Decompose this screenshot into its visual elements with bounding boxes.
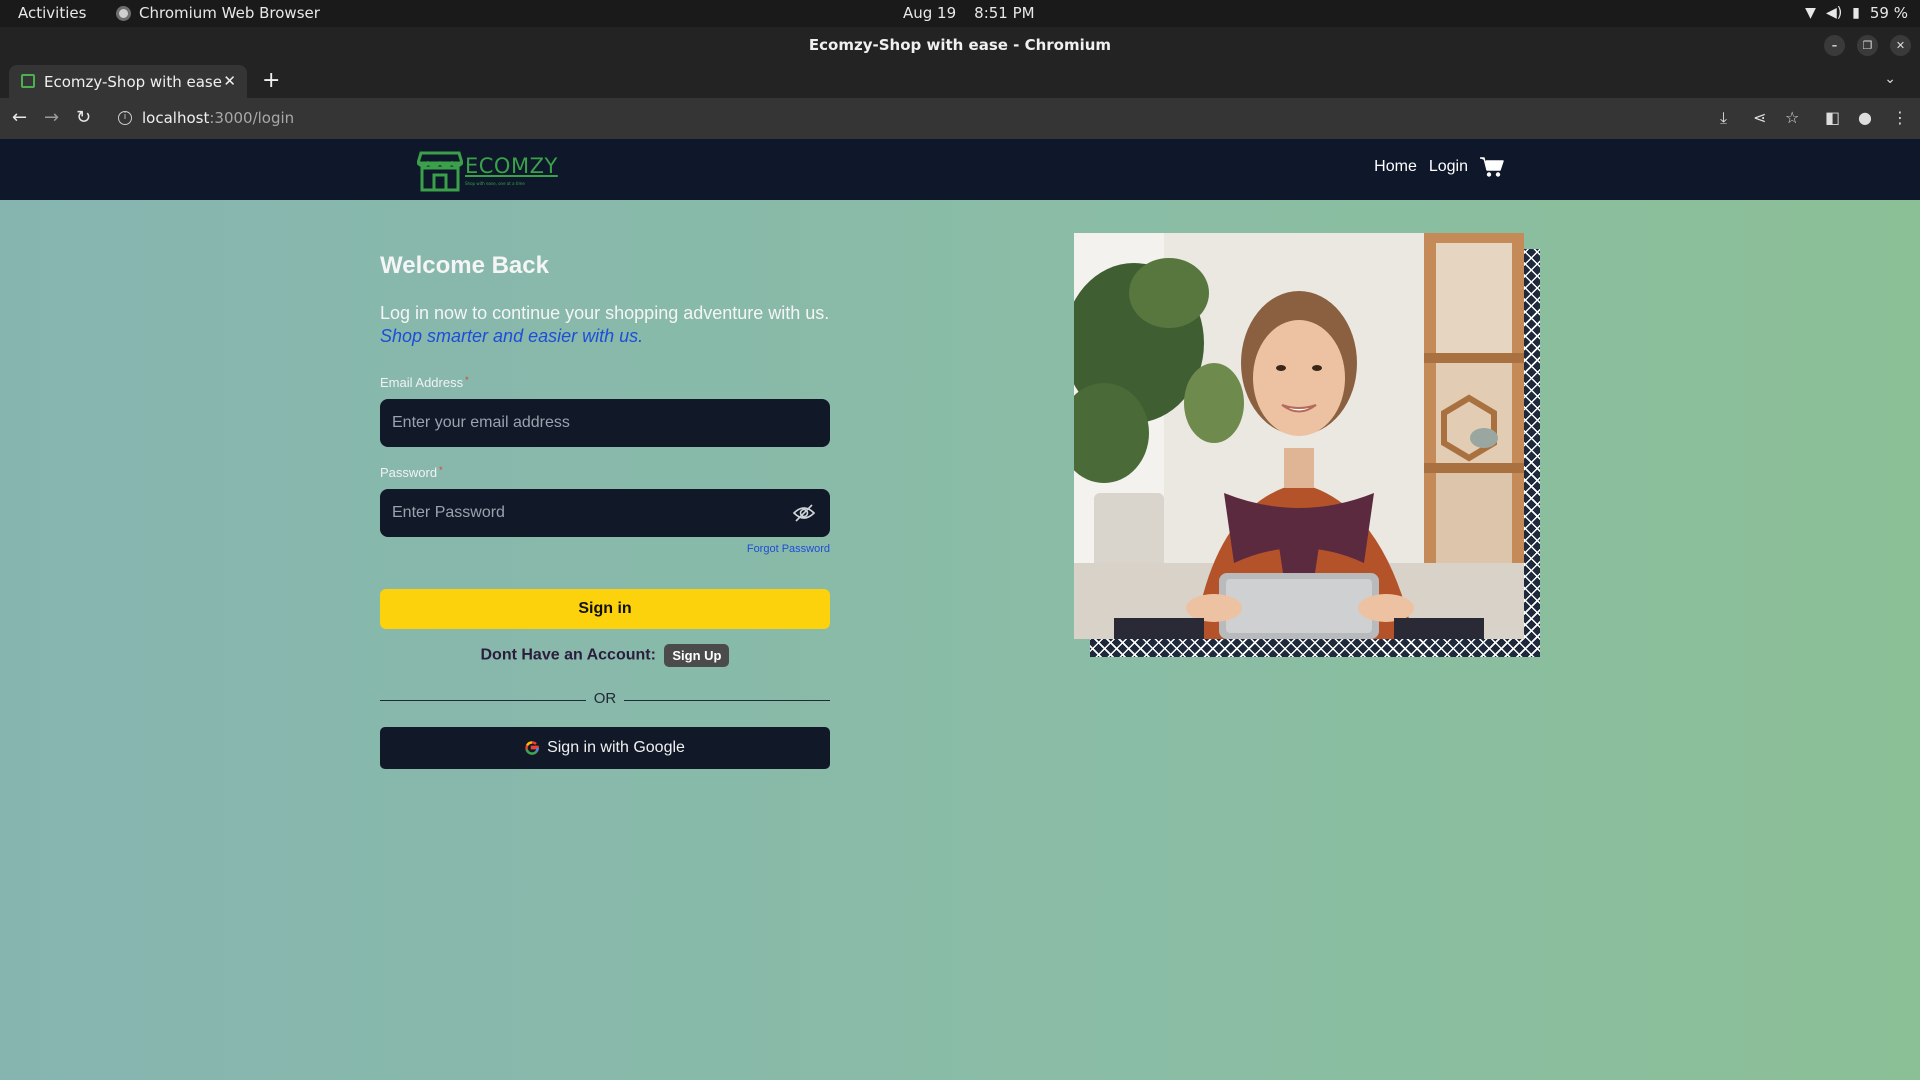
cart-icon[interactable] bbox=[1480, 156, 1504, 178]
install-icon[interactable]: ⤓ bbox=[1720, 108, 1727, 128]
sign-in-button[interactable]: Sign in bbox=[380, 589, 830, 629]
forgot-password-link[interactable]: Forgot Password bbox=[747, 543, 830, 555]
google-icon bbox=[525, 741, 539, 755]
reload-icon[interactable]: ↻ bbox=[76, 108, 91, 128]
time: 8:51 PM bbox=[974, 4, 1035, 22]
chromium-icon bbox=[116, 5, 131, 21]
bookmark-star-icon[interactable]: ☆ bbox=[1785, 108, 1799, 127]
battery-percent: 59 % bbox=[1869, 4, 1908, 22]
girl-with-tablet-illustration bbox=[1074, 233, 1524, 639]
nav-login-link[interactable]: Login bbox=[1429, 158, 1468, 176]
brand-name: ECOMZY bbox=[465, 154, 558, 178]
app-menu[interactable]: Chromium Web Browser bbox=[116, 4, 320, 22]
hero-photo bbox=[1074, 233, 1524, 639]
date: Aug 19 bbox=[903, 4, 957, 22]
system-tray[interactable]: ▼ ◀) ▮ 59 % bbox=[1805, 4, 1908, 22]
profile-icon[interactable]: ● bbox=[1858, 108, 1872, 127]
new-tab-icon[interactable]: + bbox=[262, 68, 280, 93]
site-navbar: ECOMZY Shop with ease, one at a time Hom… bbox=[0, 139, 1920, 200]
window-title: Ecomzy-Shop with ease - Chromium bbox=[808, 36, 1112, 54]
tab-search-icon[interactable]: ⌄ bbox=[1884, 71, 1896, 87]
brand-tagline: Shop with ease, one at a time bbox=[465, 181, 525, 186]
required-mark: * bbox=[439, 465, 443, 475]
browser-tab[interactable]: Ecomzy-Shop with ease ✕ bbox=[9, 65, 247, 98]
address-bar[interactable]: i localhost:3000/login bbox=[106, 103, 1706, 134]
restore-icon[interactable]: ❐ bbox=[1857, 35, 1878, 56]
password-label: Password * bbox=[380, 465, 443, 480]
google-sign-in-button[interactable]: Sign in with Google bbox=[380, 727, 830, 769]
url-host: localhost bbox=[142, 109, 210, 127]
site-info-icon[interactable]: i bbox=[118, 111, 132, 125]
or-divider: OR bbox=[380, 690, 830, 710]
side-panel-icon[interactable]: ◧ bbox=[1825, 108, 1840, 127]
site-logo[interactable]: ECOMZY Shop with ease, one at a time bbox=[417, 150, 557, 192]
menu-icon[interactable]: ⋮ bbox=[1892, 108, 1908, 127]
password-field[interactable] bbox=[380, 489, 830, 537]
sign-up-button[interactable]: Sign Up bbox=[664, 644, 730, 667]
required-mark: * bbox=[465, 375, 469, 385]
google-button-label: Sign in with Google bbox=[547, 739, 685, 756]
minimize-icon[interactable]: – bbox=[1824, 35, 1845, 56]
email-label-text: Email Address bbox=[380, 375, 464, 390]
password-label-text: Password bbox=[380, 465, 438, 480]
no-account-text: Dont Have an Account: bbox=[480, 646, 656, 664]
no-account-row: Dont Have an Account: Sign Up bbox=[380, 644, 830, 667]
hero-image-frame bbox=[1074, 233, 1540, 657]
page-title: Welcome Back bbox=[380, 252, 549, 279]
activities-button[interactable]: Activities bbox=[18, 4, 86, 22]
volume-icon: ◀) bbox=[1825, 5, 1843, 21]
favicon-icon bbox=[21, 74, 35, 88]
login-subtitle: Log in now to continue your shopping adv… bbox=[380, 302, 830, 348]
battery-icon: ▮ bbox=[1852, 5, 1860, 21]
email-label: Email Address * bbox=[380, 375, 469, 390]
web-page: ECOMZY Shop with ease, one at a time Hom… bbox=[0, 139, 1920, 1080]
share-icon[interactable]: ⋖ bbox=[1753, 108, 1766, 127]
app-name: Chromium Web Browser bbox=[139, 4, 320, 22]
close-tab-icon[interactable]: ✕ bbox=[223, 72, 236, 90]
nav-home-link[interactable]: Home bbox=[1374, 158, 1417, 176]
forward-icon[interactable]: → bbox=[44, 108, 59, 128]
url-path: :3000/login bbox=[209, 109, 295, 127]
url-text[interactable]: localhost:3000/login bbox=[142, 109, 294, 127]
eye-slash-icon[interactable] bbox=[792, 503, 816, 523]
subtitle-accent: Shop smarter and easier with us. bbox=[380, 326, 644, 346]
email-field[interactable] bbox=[380, 399, 830, 447]
tab-title: Ecomzy-Shop with ease bbox=[44, 73, 222, 91]
window-titlebar: Ecomzy-Shop with ease - Chromium – ❐ ✕ bbox=[0, 27, 1920, 63]
clock[interactable]: Aug 19 8:51 PM bbox=[903, 4, 1035, 22]
tab-strip: Ecomzy-Shop with ease ✕ + ⌄ bbox=[0, 63, 1920, 98]
browser-toolbar: ← → ↻ i localhost:3000/login ⤓ ⋖ ☆ ◧ ● ⋮ bbox=[0, 98, 1920, 139]
close-window-icon[interactable]: ✕ bbox=[1890, 35, 1911, 56]
os-top-bar: Activities Chromium Web Browser Aug 19 8:… bbox=[0, 0, 1920, 27]
or-text: OR bbox=[593, 690, 617, 707]
nav-links: Home Login bbox=[1374, 156, 1504, 178]
store-logo-icon bbox=[417, 151, 463, 192]
subtitle-text: Log in now to continue your shopping adv… bbox=[380, 303, 830, 323]
wifi-icon: ▼ bbox=[1805, 5, 1816, 21]
back-icon[interactable]: ← bbox=[12, 108, 27, 128]
